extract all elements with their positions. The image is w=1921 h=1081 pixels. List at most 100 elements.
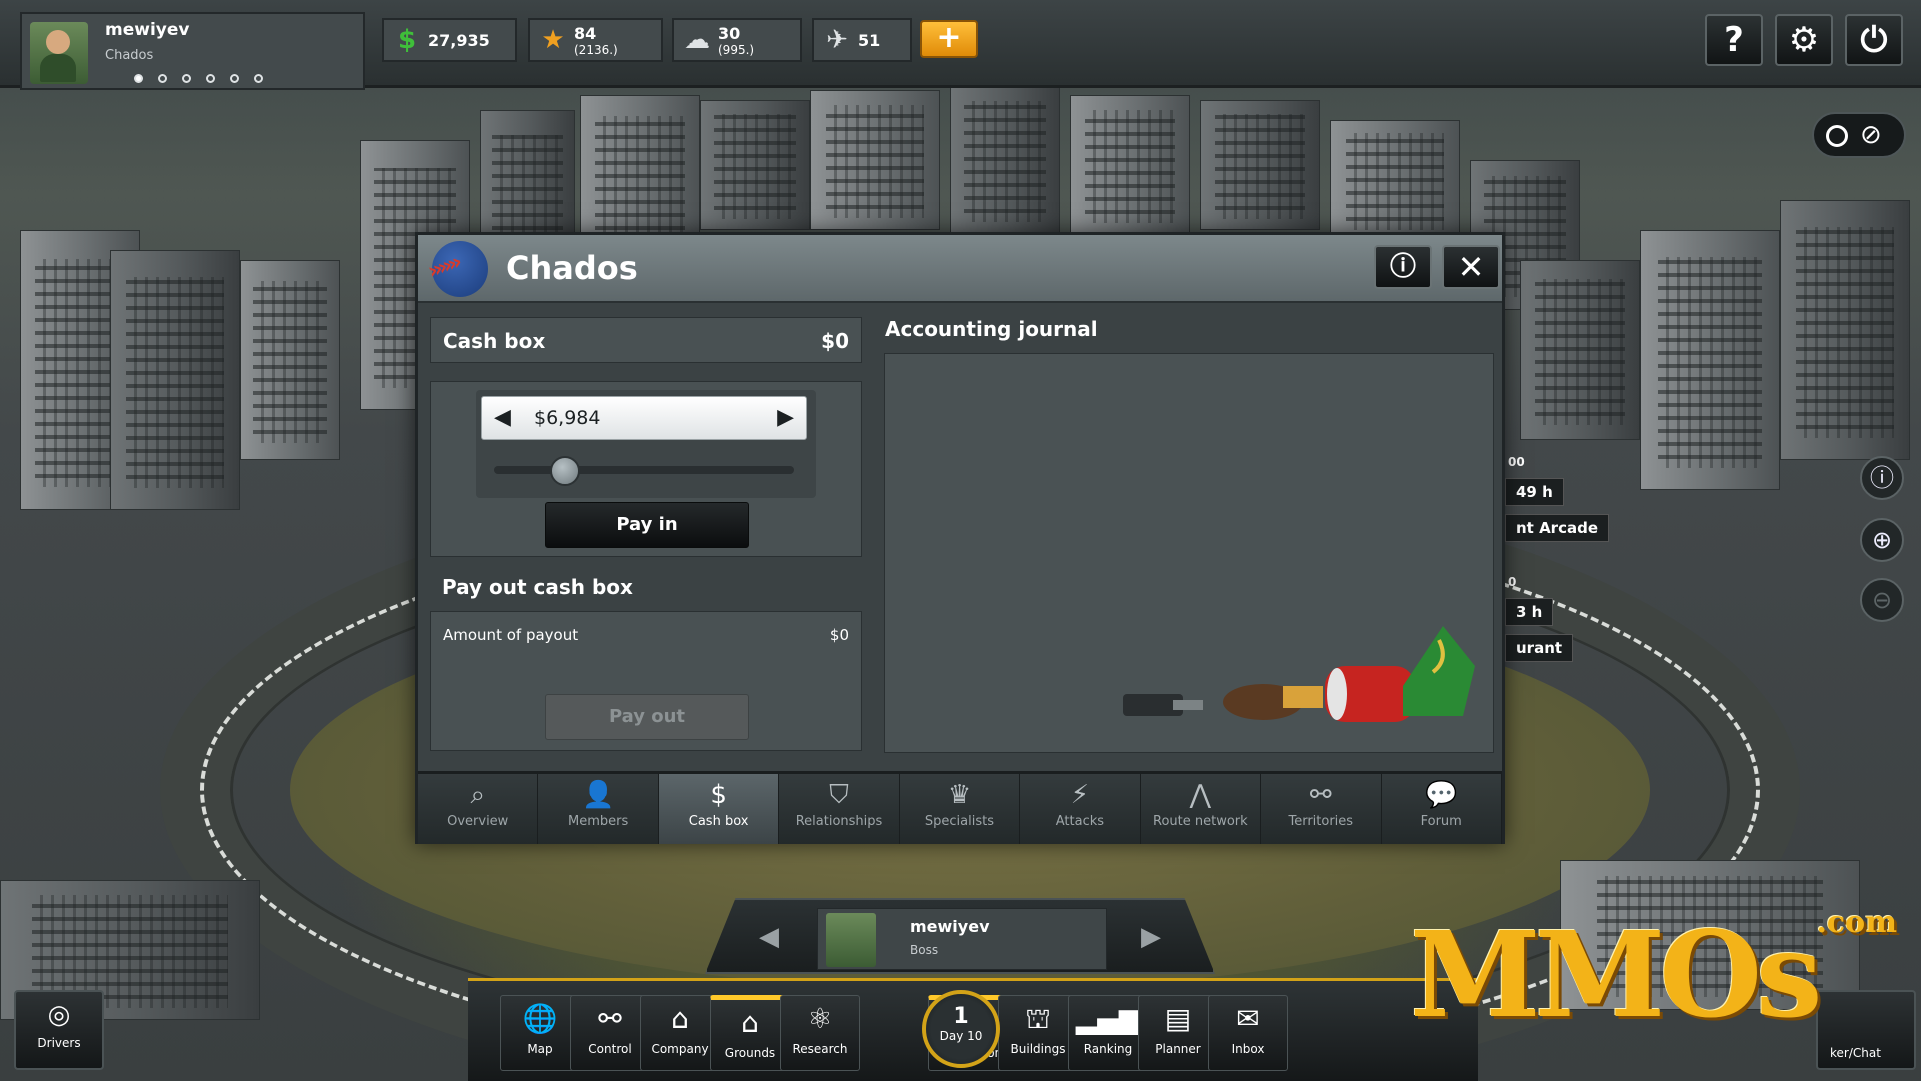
tab-overview[interactable]: ⌕ Overview [418, 774, 539, 844]
page-dot[interactable] [134, 74, 143, 83]
resource-money[interactable]: $ 27,935 [382, 18, 517, 62]
tab-icon: ⚡ [1070, 780, 1090, 810]
power-icon[interactable]: ⏻ [1845, 14, 1903, 66]
dock-ranking-button[interactable]: ▂▄▆ Ranking [1068, 995, 1148, 1071]
tab-label: Members [568, 814, 629, 829]
page-dot[interactable] [230, 74, 239, 83]
info-icon[interactable]: ⓘ [1374, 245, 1432, 289]
tab-relationships[interactable]: ⛉ Relationships [779, 774, 900, 844]
page-dots[interactable] [134, 74, 263, 83]
top-bar: mewiyev Chados $ 27,935 ★ 84 (2136.) ☁ 30… [0, 0, 1921, 90]
drivers-button[interactable]: ◎ Drivers [14, 990, 104, 1070]
map-label[interactable]: 49 h [1505, 478, 1564, 506]
building [810, 90, 940, 230]
resource-weapons[interactable]: ✈ 51 [812, 18, 912, 62]
day-clock[interactable]: 1 Day 10 [922, 990, 1000, 1068]
tab-label: Overview [447, 814, 509, 829]
dock-planner-button[interactable]: ▤ Planner [1138, 995, 1218, 1071]
building [1200, 100, 1320, 230]
slider-thumb[interactable] [550, 456, 580, 486]
building [700, 100, 810, 230]
tab-label: Forum [1420, 814, 1462, 829]
visibility-toggle[interactable]: ⊘ [1812, 112, 1906, 158]
resource-sub: (2136.) [574, 42, 618, 57]
tab-attacks[interactable]: ⚡ Attacks [1020, 774, 1141, 844]
next-arrow-icon[interactable]: ▶ [1141, 922, 1161, 952]
weapon-icon: ✈ [826, 25, 848, 55]
boss-card[interactable]: mewiyev Boss [817, 908, 1107, 970]
dock-icon: ⛫ [1025, 1002, 1051, 1035]
resource-value: 30 [718, 23, 741, 43]
resource-brain[interactable]: ☁ 30 (995.) [672, 18, 802, 62]
help-button[interactable]: ? [1705, 14, 1763, 66]
tab-route-network[interactable]: ⋀ Route network [1141, 774, 1262, 844]
player-gang: Chados [105, 48, 154, 63]
panel-header: Chados ⓘ ✕ [418, 235, 1502, 303]
close-icon[interactable]: ✕ [1442, 245, 1500, 289]
building [1330, 120, 1460, 240]
tab-forum[interactable]: 💬 Forum [1382, 774, 1502, 844]
dock-label: Planner [1155, 1042, 1201, 1056]
chat-label: ker/Chat [1830, 1046, 1881, 1060]
dock-icon: ▂▄▆ [1075, 1002, 1141, 1035]
page-dot[interactable] [206, 74, 215, 83]
dock-company-button[interactable]: ⌂ Company [640, 995, 720, 1071]
player-card[interactable]: mewiyev Chados [20, 12, 365, 90]
tab-cash-box[interactable]: $ Cash box [658, 774, 780, 844]
map-label[interactable]: 3 h [1505, 598, 1554, 626]
tab-label: Specialists [924, 814, 995, 829]
decrease-arrow-icon[interactable]: ◀ [494, 405, 511, 430]
tab-territories[interactable]: ⚯ Territories [1261, 774, 1382, 844]
pay-in-section: ◀ $6,984 ▶ Pay in [430, 381, 862, 557]
page-dot[interactable] [182, 74, 191, 83]
player-avatar [30, 22, 88, 84]
dock-research-button[interactable]: ⚛ Research [780, 995, 860, 1071]
building [1070, 95, 1190, 235]
dock-map-button[interactable]: 🌐 Map [500, 995, 580, 1071]
amount-stepper[interactable]: ◀ $6,984 ▶ [481, 396, 807, 440]
dock-icon: ⚛ [807, 1002, 833, 1035]
boss-name: mewiyev [910, 917, 990, 936]
amount-slider[interactable] [494, 456, 794, 486]
map-label[interactable]: urant [1505, 634, 1574, 662]
dock-buildings-button[interactable]: ⛫ Buildings [998, 995, 1078, 1071]
accounting-journal[interactable] [884, 353, 1494, 753]
building [950, 85, 1060, 235]
dock-inbox-button[interactable]: ✉ Inbox [1208, 995, 1288, 1071]
zoom-in-icon[interactable]: ⊕ [1860, 518, 1904, 562]
map-label: 0 [1508, 575, 1517, 589]
dollar-icon: $ [397, 25, 417, 55]
dock-grounds-button[interactable]: ⌂ Grounds [710, 995, 790, 1071]
dock-control-button[interactable]: ⚯ Control [570, 995, 650, 1071]
tab-members[interactable]: 👤 Members [538, 774, 659, 844]
pay-in-amount[interactable]: $6,984 [534, 407, 600, 429]
tab-icon: 👤 [581, 780, 615, 810]
increase-arrow-icon[interactable]: ▶ [777, 405, 794, 430]
dock-icon: ⌂ [671, 1002, 689, 1035]
resource-respect[interactable]: ★ 84 (2136.) [528, 18, 663, 62]
star-icon: ★ [541, 25, 565, 55]
buy-premium-button[interactable]: + [920, 20, 978, 58]
settings-gear-icon[interactable]: ⚙ [1775, 14, 1833, 66]
pay-out-button[interactable]: Pay out [545, 694, 749, 740]
dock-label: Inbox [1231, 1042, 1265, 1056]
page-dot[interactable] [254, 74, 263, 83]
pay-in-controls: ◀ $6,984 ▶ [476, 390, 816, 498]
map-info-icon[interactable]: ⓘ [1860, 456, 1904, 500]
steering-wheel-icon: ◎ [47, 1000, 71, 1030]
map-label[interactable]: nt Arcade [1505, 514, 1610, 542]
zoom-out-icon[interactable]: ⊖ [1860, 578, 1904, 622]
resource-value: 27,935 [428, 30, 490, 50]
resource-value: 84 [574, 23, 597, 43]
prev-arrow-icon[interactable]: ◀ [759, 922, 779, 952]
tab-specialists[interactable]: ♛ Specialists [900, 774, 1021, 844]
tab-label: Attacks [1055, 814, 1105, 829]
gang-logo-icon [432, 241, 488, 297]
tab-icon: ⌕ [470, 780, 485, 810]
page-dot[interactable] [158, 74, 167, 83]
dock-label: Map [527, 1042, 553, 1056]
payout-amount-label: Amount of payout [443, 626, 579, 644]
pay-out-section: Amount of payout $0 Pay out [430, 611, 862, 751]
boss-avatar [826, 913, 876, 967]
pay-in-button[interactable]: Pay in [545, 502, 749, 548]
